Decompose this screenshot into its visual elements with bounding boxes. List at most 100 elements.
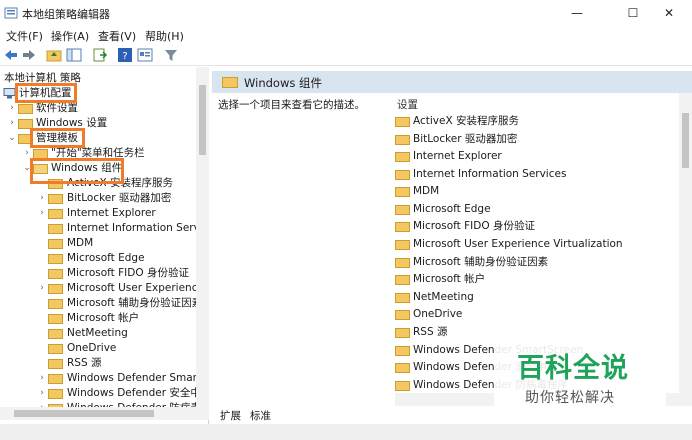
menu-help[interactable]: 帮助(H) xyxy=(145,28,184,44)
list-item-label: Microsoft Edge xyxy=(413,203,491,215)
folder-icon xyxy=(395,363,410,373)
title-bar: 本地组策略编辑器 — ☐ ✕ xyxy=(0,0,692,26)
folder-icon xyxy=(48,329,63,339)
policy-editor-icon xyxy=(4,7,18,19)
list-item-label: Internet Explorer xyxy=(413,150,502,162)
up-folder-icon[interactable] xyxy=(46,47,62,63)
window-title: 本地组策略编辑器 xyxy=(22,8,110,21)
tree-label: Internet Explorer xyxy=(67,207,156,219)
show-hide-tree-icon[interactable] xyxy=(66,47,82,63)
export-icon[interactable] xyxy=(92,47,108,63)
list-item-label: Internet Information Services xyxy=(413,168,567,180)
folder-icon xyxy=(48,344,63,354)
tree-item[interactable]: Microsoft 帐户 xyxy=(0,311,196,326)
scroll-thumb[interactable] xyxy=(14,410,154,417)
watermark-subtitle: 助你轻松解决 xyxy=(525,390,615,406)
settings-column-header[interactable]: 设置 xyxy=(397,97,418,112)
details-header: Windows 组件 xyxy=(212,71,692,93)
folder-icon xyxy=(48,374,63,384)
tree-label: Windows Defender 安全中心 xyxy=(67,387,209,399)
tree-pane: 本地计算机 策略 计算机配置 › 软件设置 › Windows 设置 ⌄ 管理模… xyxy=(0,67,209,440)
tree-item[interactable]: OneDrive xyxy=(0,341,196,356)
list-item-label: Microsoft FIDO 身份验证 xyxy=(413,220,535,232)
tree-label: BitLocker 驱动器加密 xyxy=(67,192,172,204)
chevron-right-icon[interactable]: › xyxy=(37,191,47,206)
tree-label: OneDrive xyxy=(67,342,117,354)
tree-item[interactable]: › Windows Defender 安全中心 xyxy=(0,386,208,401)
forward-icon[interactable] xyxy=(21,47,37,63)
chevron-right-icon[interactable]: › xyxy=(37,281,47,296)
folder-icon xyxy=(395,258,410,268)
list-item-label: MDM xyxy=(413,185,440,197)
tree-vertical-scrollbar[interactable] xyxy=(196,67,209,407)
folder-icon xyxy=(395,152,410,162)
folder-icon xyxy=(48,389,63,399)
scroll-thumb[interactable] xyxy=(199,85,206,155)
tree-item[interactable]: Microsoft Edge xyxy=(0,251,196,266)
folder-icon xyxy=(48,209,63,219)
chevron-right-icon[interactable]: › xyxy=(37,206,47,221)
tree-item[interactable]: › Windows Defender SmartSc xyxy=(0,371,208,386)
folder-icon xyxy=(48,299,63,309)
list-item-label: Microsoft User Experience Virtualization xyxy=(413,238,623,250)
chevron-right-icon[interactable]: › xyxy=(37,386,47,401)
tree-item[interactable]: › BitLocker 驱动器加密 xyxy=(0,191,196,206)
tree-item[interactable]: MDM xyxy=(0,236,196,251)
folder-icon xyxy=(395,240,410,250)
tree-item[interactable]: Microsoft FIDO 身份验证 xyxy=(0,266,196,281)
scroll-thumb[interactable] xyxy=(682,113,689,168)
highlight-windows-components xyxy=(30,158,124,184)
folder-icon xyxy=(48,284,63,294)
folder-icon xyxy=(48,239,63,249)
folder-icon xyxy=(395,205,410,215)
tree-label: Microsoft 辅助身份验证因素 xyxy=(67,297,203,309)
folder-icon xyxy=(395,310,410,320)
help-icon[interactable]: ? xyxy=(117,47,133,63)
folder-icon xyxy=(395,328,410,338)
menu-view[interactable]: 查看(V) xyxy=(98,28,136,44)
description-text: 选择一个项目来查看它的描述。 xyxy=(218,99,365,111)
chevron-right-icon[interactable]: › xyxy=(7,116,17,131)
highlight-admin-templates xyxy=(30,128,85,148)
tree-label: MDM xyxy=(67,237,94,249)
tree-label: Microsoft 帐户 xyxy=(67,312,140,324)
tree-horizontal-scrollbar[interactable] xyxy=(0,407,209,420)
tree-item[interactable]: NetMeeting xyxy=(0,326,196,341)
tree-item[interactable]: Microsoft 辅助身份验证因素 xyxy=(0,296,202,311)
tab-extended[interactable]: 扩展 xyxy=(220,408,241,423)
folder-icon xyxy=(395,187,410,197)
tree-item[interactable]: › Microsoft User Experience V xyxy=(0,281,208,296)
back-icon[interactable] xyxy=(3,47,19,63)
folder-icon xyxy=(395,170,410,180)
watermark: 百科全说 助你轻松解决 xyxy=(494,344,666,414)
menu-bar: 文件(F) 操作(A) 查看(V) 帮助(H) xyxy=(0,26,692,44)
folder-icon xyxy=(48,269,63,279)
menu-file[interactable]: 文件(F) xyxy=(6,28,43,44)
svg-text:?: ? xyxy=(122,51,127,62)
folder-icon xyxy=(395,293,410,303)
list-item-label: Microsoft 帐户 xyxy=(413,273,486,285)
folder-icon xyxy=(48,254,63,264)
tree-item-software-settings[interactable]: › 软件设置 xyxy=(0,101,196,116)
minimize-button[interactable]: — xyxy=(554,0,600,26)
details-vertical-scrollbar[interactable] xyxy=(679,93,692,393)
filter-icon[interactable] xyxy=(163,47,179,63)
tree-item[interactable]: RSS 源 xyxy=(0,356,196,371)
watermark-title: 百科全说 xyxy=(517,353,629,384)
close-button[interactable]: ✕ xyxy=(646,0,692,26)
properties-icon[interactable] xyxy=(137,47,153,63)
folder-icon xyxy=(18,104,33,114)
tree-item[interactable]: › Internet Explorer xyxy=(0,206,196,221)
menu-action[interactable]: 操作(A) xyxy=(51,28,89,44)
list-item-label: ActiveX 安装程序服务 xyxy=(413,115,520,127)
chevron-down-icon[interactable]: ⌄ xyxy=(7,131,17,146)
details-title: Windows 组件 xyxy=(244,76,322,90)
tree-item[interactable]: Internet Information Service xyxy=(0,221,208,236)
chevron-right-icon[interactable]: › xyxy=(7,101,17,116)
chevron-right-icon[interactable]: › xyxy=(37,371,47,386)
tree-label: NetMeeting xyxy=(67,327,128,339)
tab-standard[interactable]: 标准 xyxy=(250,408,271,423)
folder-icon xyxy=(48,194,63,204)
folder-icon xyxy=(395,381,410,391)
tree-label: RSS 源 xyxy=(67,357,102,369)
